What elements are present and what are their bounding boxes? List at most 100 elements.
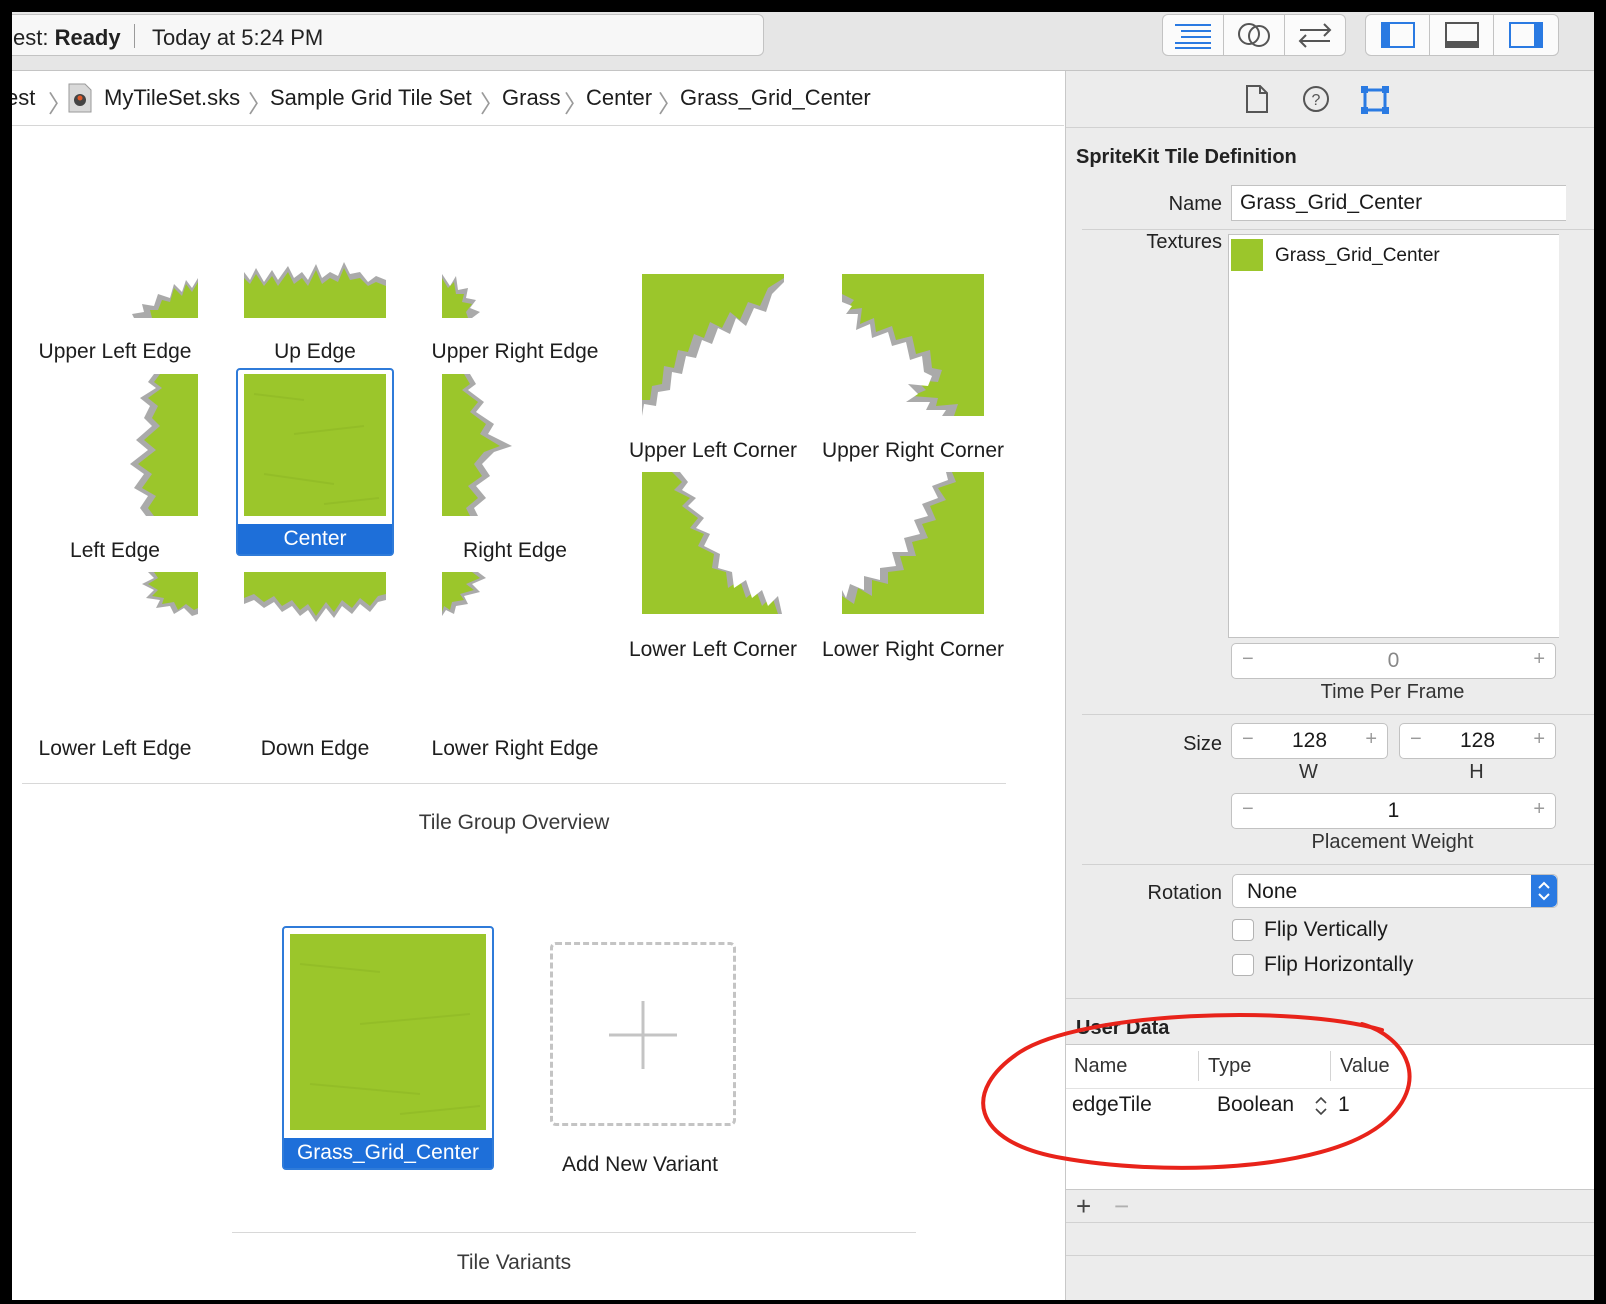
right-edge-tile[interactable] (442, 374, 514, 516)
remove-row-button[interactable]: − (1114, 1191, 1129, 1222)
file-inspector-icon[interactable] (1246, 85, 1268, 113)
breadcrumb-separator-icon: 〉 (248, 91, 272, 118)
toggle-inspector-button[interactable] (1494, 15, 1557, 55)
activity-separator (134, 24, 135, 48)
width-stepper[interactable]: − 128 + (1231, 723, 1388, 759)
left-panel-icon (1380, 22, 1415, 48)
placement-weight-label: Placement Weight (1311, 831, 1474, 853)
height-stepper[interactable]: − 128 + (1399, 723, 1556, 759)
breadcrumb-separator-icon: 〉 (480, 91, 504, 118)
height-value[interactable]: 128 (1400, 729, 1555, 753)
inspector-tab-divider (1066, 127, 1594, 128)
texture-divider (1082, 714, 1594, 715)
lower-right-edge-tile[interactable] (442, 572, 486, 616)
variant-grass-image (290, 934, 486, 1130)
upper-right-corner-tile[interactable] (842, 274, 984, 416)
name-field[interactable]: Grass_Grid_Center (1231, 185, 1566, 221)
textures-list[interactable]: Grass_Grid_Center (1228, 234, 1559, 638)
width-label: W (1299, 761, 1318, 783)
texture-item-label[interactable]: Grass_Grid_Center (1275, 245, 1440, 267)
down-edge-label: Down Edge (260, 737, 370, 760)
assistant-editor-icon (1238, 23, 1270, 47)
lower-left-corner-label: Lower Left Corner (628, 638, 798, 661)
increment-icon[interactable]: + (1533, 798, 1545, 821)
height-label: H (1469, 761, 1484, 783)
overview-divider (22, 783, 1006, 784)
increment-icon[interactable]: + (1365, 728, 1377, 751)
flip-horizontal-label: Flip Horizontally (1264, 953, 1414, 976)
build-time: Today at 5:24 PM (152, 25, 324, 50)
bottom-panel-icon (1444, 22, 1479, 48)
breadcrumb-file[interactable]: MyTileSet.sks (104, 85, 240, 111)
upper-left-corner-label: Upper Left Corner (628, 439, 798, 462)
tile-group-overview-title: Tile Group Overview (418, 811, 610, 834)
right-edge-label: Right Edge (463, 539, 567, 562)
breadcrumb-project[interactable]: est (12, 85, 35, 111)
increment-icon[interactable]: + (1533, 728, 1545, 751)
left-edge-tile[interactable] (126, 374, 198, 516)
name-label: Name (1168, 193, 1222, 215)
build-status: est: Ready (13, 25, 121, 50)
svg-text:?: ? (1312, 92, 1321, 109)
center-label: Center (238, 524, 392, 554)
sks-file-icon (68, 83, 92, 113)
upper-left-edge-tile[interactable] (128, 274, 198, 318)
lower-right-edge-label: Lower Right Edge (431, 737, 599, 760)
breadcrumb-rule[interactable]: Center (586, 85, 652, 111)
width-value[interactable]: 128 (1232, 729, 1387, 753)
rotation-label: Rotation (1147, 882, 1223, 904)
version-editor-button[interactable] (1285, 15, 1345, 55)
plus-icon (609, 1001, 677, 1069)
assistant-editor-button[interactable] (1224, 15, 1284, 55)
up-edge-tile[interactable] (244, 258, 386, 318)
size-label: Size (1183, 733, 1222, 755)
time-per-frame-stepper[interactable]: − 0 + (1231, 643, 1556, 679)
breadcrumb-tileset[interactable]: Sample Grid Tile Set (270, 85, 472, 111)
tile-variants-title: Tile Variants (456, 1251, 572, 1274)
flip-vertical-label: Flip Vertically (1264, 918, 1388, 941)
placement-weight-stepper[interactable]: − 1 + (1231, 793, 1556, 829)
flip-vertical-checkbox[interactable] (1232, 919, 1254, 941)
breadcrumb-separator-icon: 〉 (658, 91, 682, 118)
rotation-select[interactable]: None (1232, 874, 1558, 908)
toolbar: est: Ready Today at 5:24 PM (12, 12, 1594, 71)
inspector-title: SpriteKit Tile Definition (1076, 146, 1297, 168)
up-edge-label: Up Edge (274, 340, 356, 363)
version-editor-icon (1298, 23, 1332, 48)
attributes-inspector-icon[interactable] (1360, 85, 1390, 115)
user-data-bottom-divider (1066, 1222, 1594, 1223)
center-tile-image (244, 374, 386, 516)
toggle-debug-area-button[interactable] (1430, 15, 1493, 55)
lower-left-edge-tile[interactable] (140, 572, 198, 616)
breadcrumb-tile[interactable]: Grass_Grid_Center (680, 85, 871, 111)
select-arrows-icon (1531, 875, 1557, 907)
time-per-frame-value[interactable]: 0 (1232, 649, 1555, 673)
time-per-frame-label: Time Per Frame (1320, 681, 1465, 703)
help-icon[interactable]: ? (1302, 85, 1330, 113)
add-variant-button[interactable] (550, 942, 736, 1126)
textures-label: Textures (1146, 231, 1222, 253)
add-variant-label: Add New Variant (561, 1153, 719, 1176)
increment-icon[interactable]: + (1533, 648, 1545, 671)
upper-right-edge-label: Upper Right Edge (431, 340, 599, 363)
library-divider (1066, 1255, 1594, 1256)
add-row-button[interactable]: + (1076, 1191, 1091, 1222)
flip-horizontal-checkbox[interactable] (1232, 954, 1254, 976)
name-divider (1082, 229, 1594, 230)
breadcrumb-group[interactable]: Grass (502, 85, 561, 111)
toggle-navigator-button[interactable] (1366, 15, 1429, 55)
variant-label: Grass_Grid_Center (284, 1138, 492, 1168)
user-data-top-divider (1066, 998, 1594, 999)
down-edge-tile[interactable] (244, 572, 386, 624)
upper-left-corner-tile[interactable] (642, 274, 784, 416)
right-panel-icon (1508, 22, 1543, 48)
tile-set-editor: Upper Left Edge Up Edge Upper Right Edge… (12, 126, 1064, 1300)
size-divider (1082, 864, 1594, 865)
lower-left-corner-tile[interactable] (642, 472, 784, 614)
placement-weight-value[interactable]: 1 (1232, 799, 1555, 823)
standard-editor-button[interactable] (1163, 15, 1223, 55)
panel-visibility-control (1365, 14, 1559, 56)
lower-right-corner-tile[interactable] (842, 472, 984, 614)
upper-right-edge-tile[interactable] (442, 272, 482, 318)
breadcrumb-separator-icon: 〉 (564, 91, 588, 118)
